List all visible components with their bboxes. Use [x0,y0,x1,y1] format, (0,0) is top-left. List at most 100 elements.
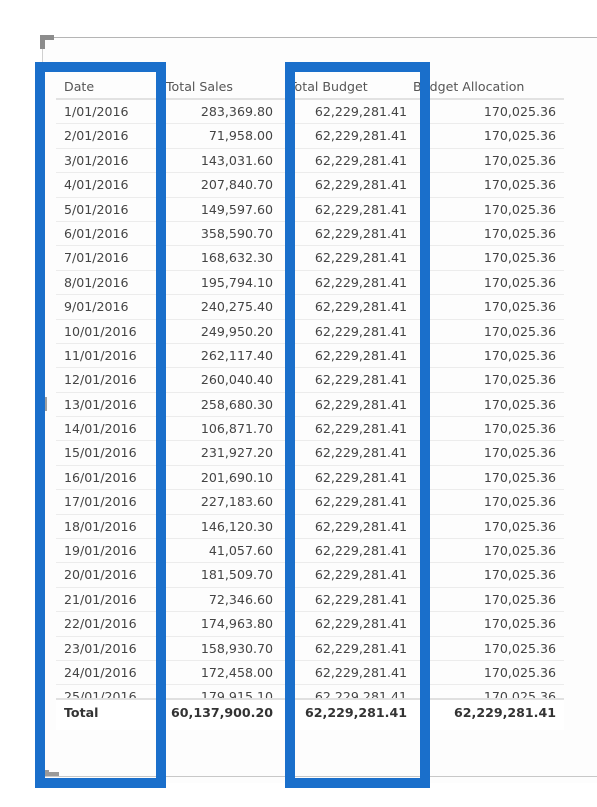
table-row[interactable]: 23/01/2016 158,930.70 62,229,281.41 170,025… [56,637,564,661]
table-row[interactable]: 16/01/2016 201,690.10 62,229,281.41 170,025… [56,466,564,491]
visual-resize-handle-left[interactable] [44,397,47,411]
total-budget-cell: 62,229,281.41 [314,567,407,583]
total-budget-cell: 62,229,281.41 [314,421,407,437]
visual-resize-handle-bottom-left[interactable] [45,770,59,776]
table-row[interactable]: 13/01/2016 258,680.30 62,229,281.41 170,025… [56,393,564,418]
table-row[interactable]: 15/01/2016 231,927.20 62,229,281.41 170,025… [56,441,564,466]
table-row[interactable]: 17/01/2016 227,183.60 62,229,281.41 170,025… [56,490,564,515]
total-budget-cell: 62,229,281.41 [314,640,407,656]
column-header-budget-allocation[interactable]: Budget Allocation [413,74,564,98]
total-budget-cell: 62,229,281.41 [314,445,407,461]
budget-allocation-cell: 170,025.36 [483,201,556,217]
date-cell: 18/01/2016 [64,518,137,534]
table-header-row: Date Total Sales Total Budget Budget All… [56,74,564,100]
budget-allocation-cell: 170,025.36 [483,274,556,290]
table-row[interactable]: 6/01/2016 358,590.70 62,229,281.41 170,025.… [56,222,564,247]
table-row[interactable]: 1/01/2016 283,369.80 62,229,281.41 170,025.… [56,100,564,125]
date-cell: 24/01/2016 [64,664,137,680]
total-sales-cell: 71,958.00 [208,128,273,144]
total-budget-cell: 62,229,281.41 [314,201,407,217]
total-sales-cell: 262,117.40 [200,347,273,363]
total-sales-cell: 240,275.40 [200,299,273,315]
date-cell: 8/01/2016 [64,274,129,290]
table-body[interactable]: 1/01/2016 283,369.80 62,229,281.41 170,025.… [56,100,564,698]
total-sales-cell: 174,963.80 [200,616,273,632]
visual-resize-handle-top-left[interactable] [40,35,54,49]
table-row[interactable]: 20/01/2016 181,509.70 62,229,281.41 170,025… [56,563,564,588]
budget-allocation-cell: 170,025.36 [483,250,556,266]
column-header-date[interactable]: Date [56,74,159,98]
total-budget-cell: 62,229,281.41 [314,616,407,632]
table-row[interactable]: 24/01/2016 172,458.00 62,229,281.41 170,025… [56,661,564,686]
budget-allocation-cell: 170,025.36 [483,664,556,680]
budget-allocation-cell: 170,025.36 [483,689,556,698]
date-cell: 21/01/2016 [64,591,137,607]
total-budget-cell: 62,229,281.41 [314,396,407,412]
budget-allocation-cell: 170,025.36 [483,225,556,241]
total-budget-value: 62,229,281.41 [305,705,407,720]
total-sales-cell: 179,915.10 [200,689,273,698]
budget-allocation-cell: 170,025.36 [483,616,556,632]
total-sales-cell: 283,369.80 [200,104,273,119]
total-sales-cell: 181,509.70 [200,567,273,583]
total-budget-cell: 62,229,281.41 [314,543,407,559]
total-budget-cell: 62,229,281.41 [314,323,407,339]
table-row[interactable]: 7/01/2016 168,632.30 62,229,281.41 170,025.… [56,246,564,271]
date-cell: 16/01/2016 [64,469,137,485]
budget-allocation-cell: 170,025.36 [483,640,556,656]
budget-allocation-cell: 170,025.36 [483,518,556,534]
budget-allocation-cell: 170,025.36 [483,445,556,461]
table-row[interactable]: 11/01/2016 262,117.40 62,229,281.41 170,025… [56,344,564,369]
total-sales-cell: 358,590.70 [200,225,273,241]
date-cell: 2/01/2016 [64,128,129,144]
total-sales-cell: 201,690.10 [200,469,273,485]
budget-allocation-cell: 170,025.36 [483,421,556,437]
date-cell: 10/01/2016 [64,323,137,339]
date-cell: 1/01/2016 [64,104,129,119]
total-budget-allocation-value: 62,229,281.41 [454,705,556,720]
table-row[interactable]: 8/01/2016 195,794.10 62,229,281.41 170,025.… [56,271,564,296]
column-header-total-budget[interactable]: Total Budget [279,74,413,98]
table-row[interactable]: 21/01/2016 72,346.60 62,229,281.41 170,025.… [56,588,564,613]
date-cell: 5/01/2016 [64,201,129,217]
total-budget-cell: 62,229,281.41 [314,591,407,607]
budget-allocation-cell: 170,025.36 [483,567,556,583]
budget-allocation-cell: 170,025.36 [483,128,556,144]
budget-allocation-cell: 170,025.36 [483,152,556,168]
date-cell: 23/01/2016 [64,640,137,656]
table-row[interactable]: 5/01/2016 149,597.60 62,229,281.41 170,025.… [56,198,564,222]
table-row[interactable]: 18/01/2016 146,120.30 62,229,281.41 170,025… [56,515,564,540]
total-sales-cell: 195,794.10 [200,274,273,290]
table-row[interactable]: 19/01/2016 41,057.60 62,229,281.41 170,025.… [56,539,564,564]
date-cell: 6/01/2016 [64,225,129,241]
total-sales-cell: 231,927.20 [200,445,273,461]
table-row[interactable]: 22/01/2016 174,963.80 62,229,281.41 170,025… [56,612,564,637]
column-header-total-sales[interactable]: Total Sales [159,74,279,98]
total-budget-cell: 62,229,281.41 [314,689,407,698]
table-row[interactable]: 3/01/2016 143,031.60 62,229,281.41 170,025.… [56,149,564,174]
budget-allocation-cell: 170,025.36 [483,104,556,119]
budget-allocation-cell: 170,025.36 [483,299,556,315]
date-cell: 25/01/2016 [64,689,137,698]
budget-allocation-cell: 170,025.36 [483,177,556,193]
total-budget-cell: 62,229,281.41 [314,299,407,315]
budget-allocation-cell: 170,025.36 [483,396,556,412]
table-row[interactable]: 4/01/2016 207,840.70 62,229,281.41 170,025.… [56,173,564,198]
budget-allocation-cell: 170,025.36 [483,469,556,485]
table-total-row: Total 60,137,900.20 62,229,281.41 62,229… [56,698,564,730]
budget-allocation-cell: 170,025.36 [483,591,556,607]
table-row[interactable]: 10/01/2016 249,950.20 62,229,281.41 170,025… [56,320,564,344]
date-cell: 3/01/2016 [64,152,129,168]
date-cell: 19/01/2016 [64,543,137,559]
table-row[interactable]: 9/01/2016 240,275.40 62,229,281.41 170,025.… [56,295,564,320]
date-cell: 9/01/2016 [64,299,129,315]
table-row[interactable]: 2/01/2016 71,958.00 62,229,281.41 170,025.3… [56,124,564,149]
table-row[interactable]: 14/01/2016 106,871.70 62,229,281.41 170,025… [56,417,564,442]
total-budget-cell: 62,229,281.41 [314,274,407,290]
budget-allocation-cell: 170,025.36 [483,543,556,559]
date-cell: 20/01/2016 [64,567,137,583]
total-sales-cell: 172,458.00 [200,664,273,680]
total-sales-cell: 149,597.60 [200,201,273,217]
table-row[interactable]: 12/01/2016 260,040.40 62,229,281.41 170,025… [56,368,564,393]
table-row[interactable]: 25/01/2016 179,915.10 62,229,281.41 170,025… [56,685,564,698]
